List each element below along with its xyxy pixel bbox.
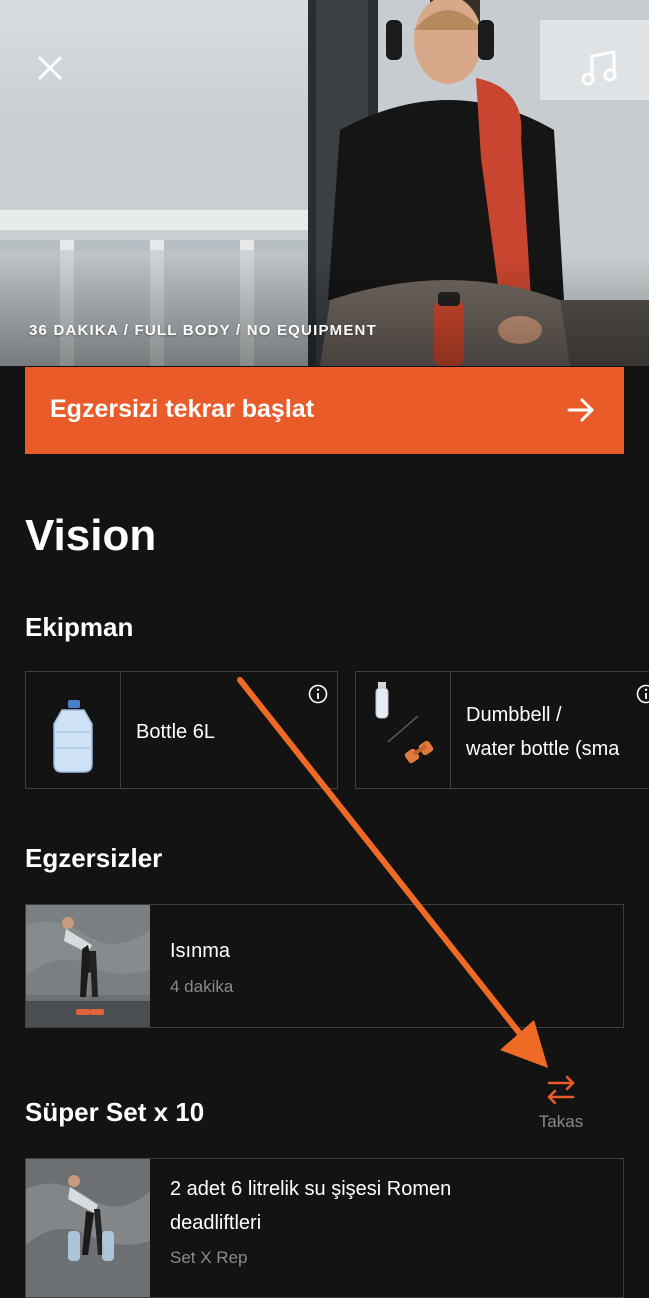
restart-workout-button[interactable]: Egzersizi tekrar başlat: [25, 367, 624, 454]
close-button[interactable]: [30, 48, 70, 88]
exercise-thumbnail: [26, 1159, 150, 1297]
exercise-sets: Set X Rep: [170, 1248, 248, 1268]
close-icon: [30, 48, 70, 88]
swap-icon: [525, 1072, 597, 1108]
info-icon[interactable]: [308, 684, 328, 704]
equipment-label: Bottle 6L: [136, 715, 215, 749]
music-note-icon: [578, 46, 622, 90]
exercise-name-line-1: 2 adet 6 litrelik su şişesi Romen: [170, 1172, 451, 1206]
arrow-right-icon: [566, 395, 596, 425]
restart-workout-label: Egzersizi tekrar başlat: [50, 395, 314, 424]
info-icon[interactable]: [636, 684, 649, 704]
exercise-thumbnail: [26, 905, 150, 1027]
dumbbell-bottle-image: [356, 672, 451, 788]
swap-button[interactable]: Takas: [525, 1072, 597, 1136]
exercise-name: Isınma: [170, 934, 230, 968]
superset-heading: Süper Set x 10: [25, 1096, 204, 1128]
workout-meta: 36 DAKIKA / FULL BODY / NO EQUIPMENT: [29, 322, 377, 339]
music-button[interactable]: [578, 46, 622, 90]
equipment-item[interactable]: Dumbbell / water bottle (sma: [355, 671, 649, 789]
equipment-item[interactable]: Bottle 6L: [25, 671, 338, 789]
equipment-heading: Ekipman: [25, 611, 133, 643]
equipment-label: Dumbbell / water bottle (sma: [466, 698, 619, 766]
page-title: Vision: [25, 510, 156, 562]
exercise-item[interactable]: Isınma 4 dakika: [25, 904, 624, 1028]
superset-exercise-item[interactable]: 2 adet 6 litrelik su şişesi Romen deadli…: [25, 1158, 624, 1298]
bottle-image: [26, 672, 121, 788]
exercise-duration: 4 dakika: [170, 977, 233, 997]
swap-label: Takas: [525, 1112, 597, 1132]
exercises-heading: Egzersizler: [25, 842, 162, 874]
hero-image: 36 DAKIKA / FULL BODY / NO EQUIPMENT: [0, 0, 649, 366]
exercise-name-line-2: deadliftleri: [170, 1206, 261, 1240]
